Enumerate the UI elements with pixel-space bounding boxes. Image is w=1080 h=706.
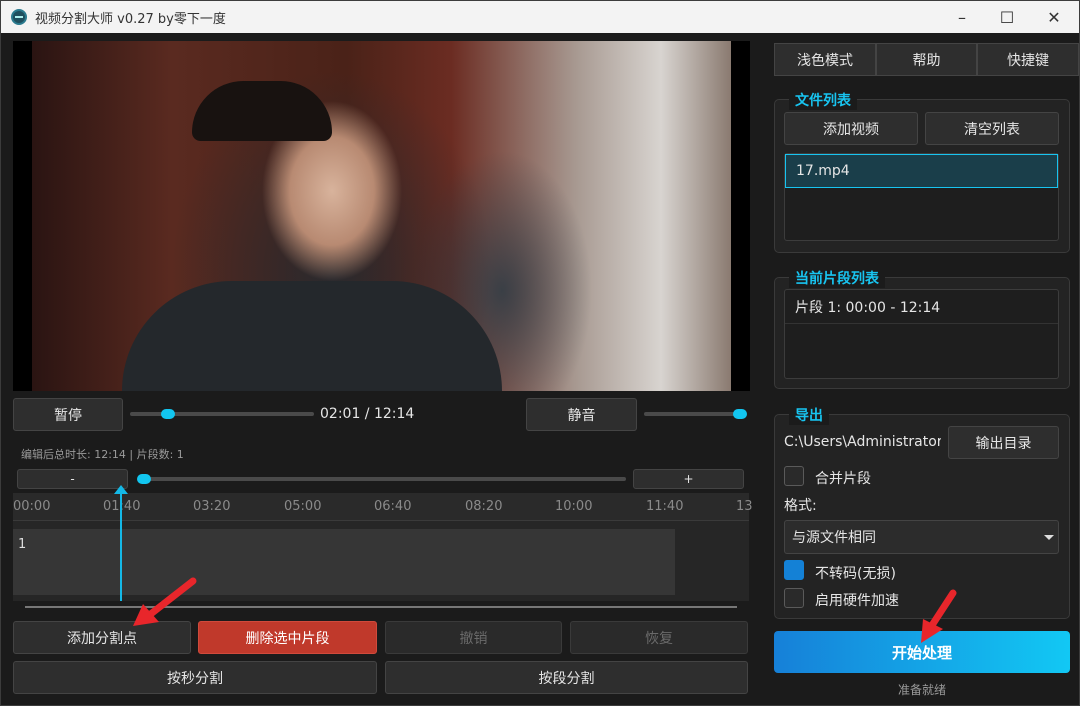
light-mode-button[interactable]: 浅色模式 <box>774 43 876 76</box>
chevron-down-icon <box>1044 535 1054 540</box>
split-by-seconds-button[interactable]: 按秒分割 <box>13 661 377 694</box>
file-list-item[interactable]: 17.mp4 <box>785 154 1058 188</box>
edit-summary: 编辑后总时长: 12:14 | 片段数: 1 <box>21 448 184 461</box>
title-bar: 视频分割大师 v0.27 by零下一度 – ☐ ✕ <box>1 1 1079 33</box>
segment-list-title: 当前片段列表 <box>789 268 885 288</box>
format-select[interactable]: 与源文件相同 <box>784 520 1059 554</box>
window-title: 视频分割大师 v0.27 by零下一度 <box>35 12 226 27</box>
annotation-arrow-icon <box>921 589 957 643</box>
segment-list[interactable]: 片段 1: 00:00 - 12:14 <box>784 289 1059 379</box>
zoom-slider-handle[interactable] <box>137 474 151 484</box>
tick-label: 06:40 <box>374 499 412 514</box>
timeline-ruler: 00:00 01:40 03:20 05:00 06:40 08:20 10:0… <box>13 493 753 521</box>
output-directory-button[interactable]: 输出目录 <box>948 426 1059 459</box>
video-frame-image <box>32 41 731 391</box>
playhead[interactable] <box>120 489 122 601</box>
app-logo-icon <box>11 9 27 25</box>
mute-button[interactable]: 静音 <box>526 398 637 431</box>
undo-button[interactable]: 撤销 <box>385 621 562 654</box>
playback-slider-handle[interactable] <box>161 409 176 419</box>
help-button[interactable]: 帮助 <box>876 43 977 76</box>
timeline-segment[interactable]: 1 <box>13 529 675 595</box>
file-list-title: 文件列表 <box>789 90 857 110</box>
pause-button[interactable]: 暂停 <box>13 398 123 431</box>
merge-segments-checkbox[interactable] <box>784 466 804 486</box>
tick-label: 13 <box>736 499 753 514</box>
output-path-field[interactable]: C:\Users\Administrator\[ <box>784 434 941 450</box>
time-display: 02:01 / 12:14 <box>320 406 415 422</box>
segment-list-item[interactable]: 片段 1: 00:00 - 12:14 <box>785 290 1058 324</box>
playback-slider-track[interactable] <box>130 412 314 416</box>
tick-label: 10:00 <box>555 499 593 514</box>
format-select-value: 与源文件相同 <box>792 530 876 546</box>
app-window: 视频分割大师 v0.27 by零下一度 – ☐ ✕ 暂停 02:01 / 12:… <box>0 0 1080 706</box>
close-button[interactable]: ✕ <box>1031 1 1077 33</box>
tick-label: 08:20 <box>465 499 503 514</box>
no-transcode-checkbox[interactable] <box>784 560 804 580</box>
maximize-button[interactable]: ☐ <box>984 1 1030 33</box>
annotation-arrow-icon <box>133 577 197 626</box>
hardware-acceleration-checkbox[interactable] <box>784 588 804 608</box>
split-by-segments-button[interactable]: 按段分割 <box>385 661 748 694</box>
video-preview[interactable] <box>13 41 750 391</box>
minimize-button[interactable]: – <box>939 1 985 33</box>
hardware-acceleration-label: 启用硬件加速 <box>815 593 899 609</box>
shortcuts-button[interactable]: 快捷键 <box>977 43 1079 76</box>
segment-label: 1 <box>18 537 27 552</box>
tick-label: 03:20 <box>193 499 231 514</box>
tick-label: 11:40 <box>646 499 684 514</box>
volume-slider-track[interactable] <box>644 412 745 416</box>
tick-label: 05:00 <box>284 499 322 514</box>
file-list[interactable]: 17.mp4 <box>784 153 1059 241</box>
redo-button[interactable]: 恢复 <box>570 621 748 654</box>
zoom-slider-track[interactable] <box>139 477 626 481</box>
timeline[interactable]: 00:00 01:40 03:20 05:00 06:40 08:20 10:0… <box>13 485 753 601</box>
tick-label: 00:00 <box>13 499 51 514</box>
volume-slider-handle[interactable] <box>733 409 747 419</box>
add-video-button[interactable]: 添加视频 <box>784 112 918 145</box>
status-text: 准备就绪 <box>897 683 946 697</box>
clear-list-button[interactable]: 清空列表 <box>925 112 1059 145</box>
zoom-out-button[interactable]: - <box>17 469 128 489</box>
export-title: 导出 <box>789 405 829 425</box>
no-transcode-label: 不转码(无损) <box>815 566 896 582</box>
zoom-in-button[interactable]: + <box>633 469 744 489</box>
merge-segments-label: 合并片段 <box>815 471 871 487</box>
format-label: 格式: <box>784 498 817 514</box>
delete-segment-button[interactable]: 删除选中片段 <box>198 621 377 654</box>
